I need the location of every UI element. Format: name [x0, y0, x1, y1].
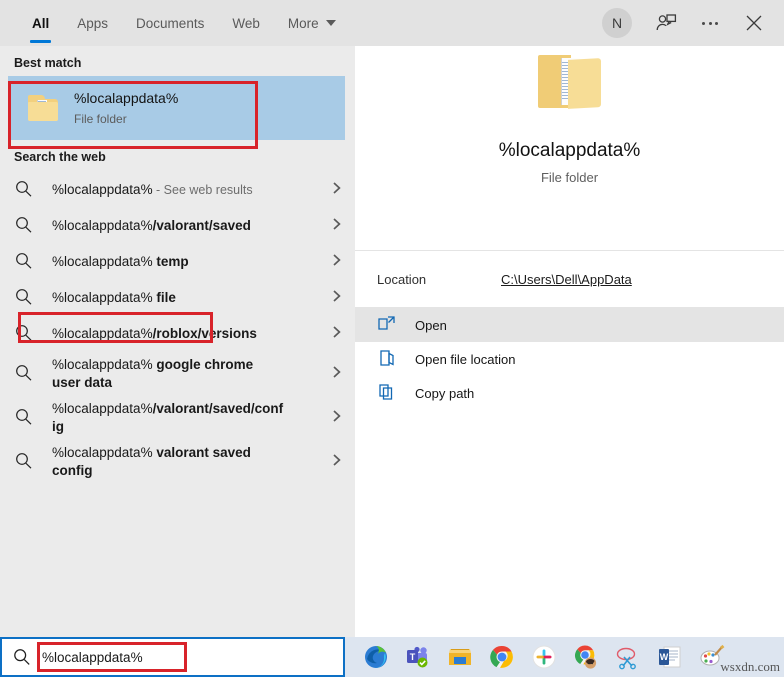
tab-label: All — [32, 16, 49, 31]
tab-label: Web — [232, 16, 260, 31]
web-result-item[interactable]: %localappdata% google chrome user data — [0, 352, 355, 396]
svg-text:W: W — [660, 652, 669, 662]
preview-title: %localappdata% — [499, 140, 641, 162]
screen: Best match %localappdata% File folder Se… — [0, 0, 784, 677]
best-match-header: Best match — [0, 46, 355, 76]
search-icon — [14, 179, 36, 201]
tab-all[interactable]: All — [18, 0, 63, 46]
folder-icon — [28, 95, 58, 121]
copy-icon — [377, 383, 399, 403]
search-icon — [14, 251, 36, 273]
web-results-list: %localappdata% - See web results %localap… — [0, 172, 355, 484]
search-query-text: %localappdata% — [42, 650, 143, 665]
tab-web[interactable]: Web — [218, 0, 274, 46]
chevron-right-icon[interactable] — [331, 364, 345, 385]
avatar[interactable]: N — [602, 8, 632, 38]
search-panel: Best match %localappdata% File folder Se… — [0, 0, 784, 637]
open-folder-icon — [538, 50, 602, 108]
tab-apps[interactable]: Apps — [63, 0, 122, 46]
chevron-down-icon — [326, 20, 336, 26]
web-result-item[interactable]: %localappdata% - See web results — [0, 172, 355, 208]
tab-label: Apps — [77, 16, 108, 31]
search-icon — [14, 407, 36, 429]
web-result-item[interactable]: %localappdata% file — [0, 280, 355, 316]
search-icon — [14, 287, 36, 309]
search-icon — [12, 647, 32, 667]
chevron-right-icon[interactable] — [331, 452, 345, 473]
web-result-label: %localappdata% google chrome user data — [52, 356, 284, 392]
folder-open-location-icon — [377, 349, 399, 369]
close-icon[interactable] — [734, 3, 774, 43]
tab-label: Documents — [136, 16, 204, 31]
slack-icon[interactable] — [523, 637, 565, 677]
chevron-right-icon[interactable] — [331, 288, 345, 309]
action-label: Open — [415, 318, 447, 333]
search-icon — [14, 215, 36, 237]
best-match-subtitle: File folder — [74, 110, 178, 128]
microsoft-word-icon[interactable]: W — [649, 637, 691, 677]
ellipsis-icon[interactable] — [690, 3, 730, 43]
person-share-icon[interactable] — [646, 3, 686, 43]
taskbar: %localappdata% TW — [0, 637, 784, 677]
web-result-label: %localappdata%/valorant/saved — [52, 217, 251, 235]
google-chrome-icon[interactable] — [481, 637, 523, 677]
tab-documents[interactable]: Documents — [122, 0, 218, 46]
action-label: Open file location — [415, 352, 515, 367]
web-result-item[interactable]: %localappdata% valorant saved config — [0, 440, 355, 484]
taskbar-pinned-apps: TW — [345, 637, 733, 677]
topbar-actions: N — [602, 0, 784, 46]
web-result-label: %localappdata%/roblox/versions — [52, 325, 257, 343]
tab-more[interactable]: More — [274, 0, 350, 46]
microsoft-edge-icon[interactable] — [355, 637, 397, 677]
chevron-right-icon[interactable] — [331, 216, 345, 237]
actions-list: Open Open file location Copy path — [355, 308, 784, 410]
best-match-result[interactable]: %localappdata% File folder — [8, 76, 345, 140]
web-result-label: %localappdata% file — [52, 289, 176, 307]
action-open-file-location[interactable]: Open file location — [355, 342, 784, 376]
microsoft-store-icon[interactable] — [439, 637, 481, 677]
web-result-item[interactable]: %localappdata%/valorant/saved — [0, 208, 355, 244]
results-pane: Best match %localappdata% File folder Se… — [0, 0, 355, 637]
snipping-tool-icon[interactable] — [607, 637, 649, 677]
web-result-item[interactable]: %localappdata%/valorant/saved/config — [0, 396, 355, 440]
web-result-item[interactable]: %localappdata%/roblox/versions — [0, 316, 355, 352]
tab-label: More — [288, 16, 319, 31]
filter-tabs: All Apps Documents Web More — [0, 0, 350, 46]
search-icon — [14, 323, 36, 345]
web-result-label: %localappdata% valorant saved config — [52, 444, 284, 480]
open-external-icon — [377, 315, 399, 335]
chevron-right-icon[interactable] — [331, 324, 345, 345]
chrome-profile-icon[interactable] — [565, 637, 607, 677]
location-row: Location C:\Users\Dell\AppData — [355, 251, 784, 307]
web-result-label: %localappdata% temp — [52, 253, 189, 271]
svg-text:T: T — [410, 652, 416, 662]
location-label: Location — [377, 272, 501, 287]
web-result-label: %localappdata%/valorant/saved/config — [52, 400, 284, 436]
search-input[interactable]: %localappdata% — [0, 637, 345, 677]
chevron-right-icon[interactable] — [331, 252, 345, 273]
action-open[interactable]: Open — [355, 308, 784, 342]
search-icon — [14, 451, 36, 473]
action-label: Copy path — [415, 386, 474, 401]
chevron-right-icon[interactable] — [331, 180, 345, 201]
microsoft-teams-icon[interactable]: T — [397, 637, 439, 677]
search-web-header: Search the web — [0, 140, 355, 170]
preview-pane: %localappdata% File folder Location C:\U… — [355, 0, 784, 637]
paint-icon[interactable] — [691, 637, 733, 677]
web-result-item[interactable]: %localappdata% temp — [0, 244, 355, 280]
action-copy-path[interactable]: Copy path — [355, 376, 784, 410]
web-result-label: %localappdata% - See web results — [52, 181, 253, 199]
best-match-title: %localappdata% — [74, 89, 178, 108]
filter-tabs-bar: All Apps Documents Web More N — [0, 0, 784, 46]
chevron-right-icon[interactable] — [331, 408, 345, 429]
location-link[interactable]: C:\Users\Dell\AppData — [501, 272, 632, 287]
search-icon — [14, 363, 36, 385]
preview-subtitle: File folder — [541, 170, 598, 185]
